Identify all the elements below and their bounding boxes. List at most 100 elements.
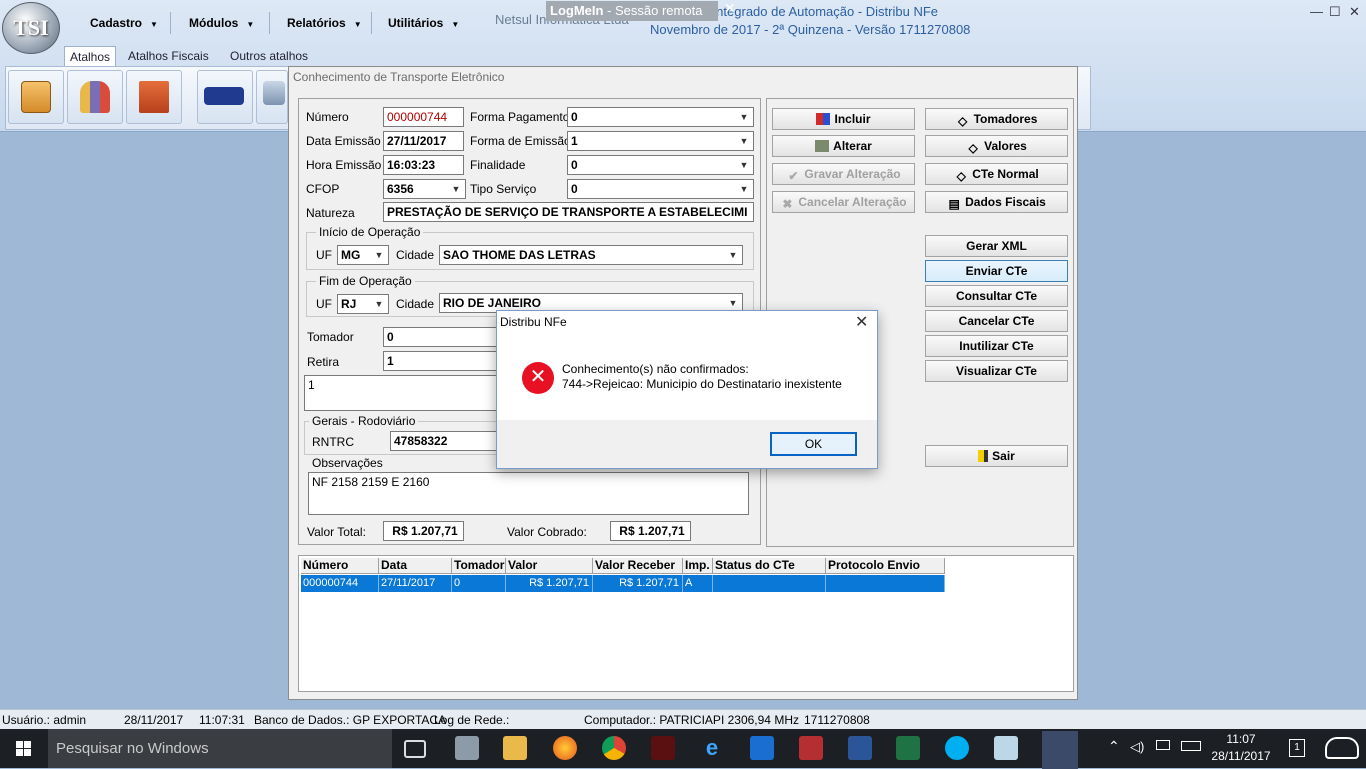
grid-cell-valor-receber[interactable]: R$ 1.207,71 [593, 575, 683, 592]
dialog-close-icon[interactable]: ✕ [855, 312, 868, 332]
forma-emissao-combo[interactable]: 1 ▼ [567, 131, 754, 151]
chevron-down-icon[interactable]: ▼ [736, 133, 752, 149]
gerar-xml-button[interactable]: Gerar XML [925, 235, 1068, 257]
chevron-up-icon[interactable]: ⌃ [1108, 738, 1120, 755]
shortcut-people[interactable] [67, 70, 123, 124]
word-icon[interactable] [848, 736, 872, 760]
firefox-icon[interactable] [553, 736, 577, 760]
grid-header-numero[interactable]: Número [301, 558, 379, 574]
menu-cadastro[interactable]: Cadastro ▼ [90, 12, 158, 34]
retira-combo[interactable]: 1 [383, 351, 503, 371]
grid-cell-numero[interactable]: 000000744 [301, 575, 379, 592]
chevron-down-icon[interactable]: ▼ [736, 181, 752, 197]
printer-icon[interactable] [455, 736, 479, 760]
consultar-cte-button[interactable]: Consultar CTe [925, 285, 1068, 307]
inicio-uf-combo[interactable]: MG ▼ [337, 245, 389, 265]
chevron-down-icon[interactable]: ▼ [736, 109, 752, 125]
tomador-combo[interactable]: 0 [383, 327, 503, 347]
restore-icon[interactable]: ☐ [1329, 4, 1341, 20]
hora-emissao-field[interactable]: 16:03:23 [383, 155, 464, 175]
netsul-app-icon[interactable] [1042, 731, 1078, 769]
grid-cell-status[interactable] [713, 575, 826, 592]
shortcut-cart[interactable] [256, 70, 288, 124]
grid-header-imp[interactable]: Imp. [683, 558, 713, 574]
close-icon[interactable]: ✕ [1349, 4, 1360, 20]
ok-button[interactable]: OK [770, 432, 857, 456]
grid-header-valor[interactable]: Valor [506, 558, 593, 574]
chevron-down-icon[interactable]: ▼ [736, 157, 752, 173]
grid-header-valor-receber[interactable]: Valor Receber [593, 558, 683, 574]
taskbar-clock[interactable]: 11:07 28/11/2017 [1206, 731, 1276, 765]
volume-icon[interactable]: ◁) [1130, 739, 1144, 755]
skype-icon[interactable] [945, 736, 969, 760]
access-icon[interactable] [799, 736, 823, 760]
dados-fiscais-button[interactable]: ▤ Dados Fiscais [925, 191, 1068, 213]
grid-header-tomador[interactable]: Tomador [452, 558, 506, 574]
outlook-icon[interactable] [750, 736, 774, 760]
retira-memo[interactable]: 1 [304, 375, 504, 411]
chevron-down-icon[interactable]: ▼ [725, 247, 741, 263]
grid-cell-valor[interactable]: R$ 1.207,71 [506, 575, 593, 592]
windows-start-icon[interactable] [0, 729, 48, 768]
grid-cell-protocolo[interactable] [826, 575, 945, 592]
menu-utilitarios[interactable]: Utilitários ▼ [388, 12, 459, 34]
cfop-combo[interactable]: 6356 ▼ [383, 179, 466, 199]
file-explorer-icon[interactable] [503, 736, 527, 760]
task-view-icon[interactable] [404, 740, 426, 758]
tipo-servico-combo[interactable]: 0 ▼ [567, 179, 754, 199]
fim-uf-combo[interactable]: RJ ▼ [337, 294, 389, 314]
app-logo[interactable]: TSI [2, 2, 60, 54]
inutilizar-cte-button[interactable]: Inutilizar CTe [925, 335, 1068, 357]
notifications-icon[interactable]: 1 [1289, 739, 1305, 757]
grid-cell-imp[interactable]: A [683, 575, 713, 592]
gravar-alteracao-button[interactable]: ✔ Gravar Alteração [772, 163, 915, 185]
tab-atalhos[interactable]: Atalhos [64, 46, 117, 66]
logmein-banner[interactable]: LogMeIn - Sessão remota [546, 1, 718, 21]
natureza-field[interactable]: PRESTAÇÃO DE SERVIÇO DE TRANSPORTE A EST… [383, 202, 754, 222]
forma-pagamento-combo[interactable]: 0 ▼ [567, 107, 754, 127]
grid-cell-tomador[interactable]: 0 [452, 575, 506, 592]
chevron-down-icon[interactable]: ▼ [371, 247, 387, 263]
cancelar-cte-button[interactable]: Cancelar CTe [925, 310, 1068, 332]
observacoes-field[interactable]: NF 2158 2159 E 2160 [308, 472, 749, 515]
data-emissao-field[interactable]: 27/11/2017 [383, 131, 464, 151]
weather-cloud-icon[interactable] [1325, 737, 1359, 759]
grid-header-status[interactable]: Status do CTe [713, 558, 826, 574]
shortcut-truck[interactable] [197, 70, 253, 124]
taskbar-search-input[interactable]: Pesquisar no Windows [48, 729, 392, 768]
minimize-icon[interactable]: — [1310, 4, 1323, 19]
media-player-icon[interactable] [651, 736, 675, 760]
finalidade-combo[interactable]: 0 ▼ [567, 155, 754, 175]
incluir-button[interactable]: Incluir [772, 108, 915, 130]
menu-relatorios[interactable]: Relatórios ▼ [287, 12, 362, 34]
notepad-icon[interactable] [994, 736, 1018, 760]
keyboard-icon[interactable] [1181, 741, 1201, 751]
grid-header-protocolo[interactable]: Protocolo Envio [826, 558, 945, 574]
rntrc-field[interactable]: 47858322 [390, 431, 502, 451]
sair-button[interactable]: Sair [925, 445, 1068, 467]
shortcut-grocery[interactable] [8, 70, 64, 124]
alterar-button[interactable]: Alterar [772, 135, 915, 157]
cancelar-alteracao-button[interactable]: ✖ Cancelar Alteração [772, 191, 915, 213]
tomadores-button[interactable]: ◇ Tomadores [925, 108, 1068, 130]
chevron-down-icon[interactable]: ▼ [371, 296, 387, 312]
valores-button[interactable]: ◇ Valores [925, 135, 1068, 157]
tab-outros-atalhos[interactable]: Outros atalhos [225, 46, 313, 66]
grid-header-data[interactable]: Data [379, 558, 452, 574]
logmein-close-icon[interactable]: ✕ [724, 0, 736, 17]
internet-explorer-icon[interactable]: e [700, 736, 724, 760]
numero-field[interactable]: 000000744 [383, 107, 464, 127]
battery-icon[interactable] [1156, 740, 1170, 750]
excel-icon[interactable] [896, 736, 920, 760]
menu-modulos[interactable]: Módulos ▼ [189, 12, 254, 34]
chevron-down-icon[interactable]: ▼ [725, 295, 741, 311]
grid-cell-data[interactable]: 27/11/2017 [379, 575, 452, 592]
chrome-icon[interactable] [602, 736, 626, 760]
cte-normal-button[interactable]: ◇ CTe Normal [925, 163, 1068, 185]
chevron-down-icon[interactable]: ▼ [448, 181, 464, 197]
visualizar-cte-button[interactable]: Visualizar CTe [925, 360, 1068, 382]
tab-atalhos-fiscais[interactable]: Atalhos Fiscais [123, 46, 214, 66]
enviar-cte-button[interactable]: Enviar CTe [925, 260, 1068, 282]
shortcut-factory[interactable] [126, 70, 182, 124]
inicio-cidade-combo[interactable]: SAO THOME DAS LETRAS ▼ [439, 245, 743, 265]
